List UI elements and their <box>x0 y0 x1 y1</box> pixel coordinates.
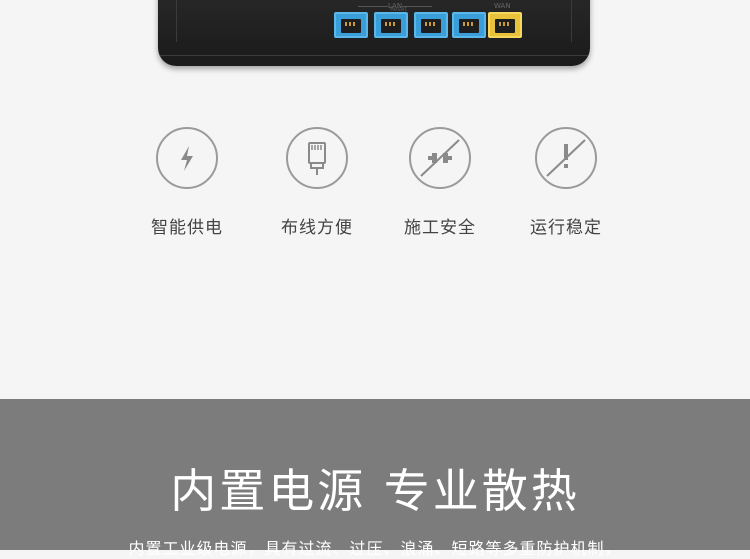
power-description: 内置工业级电源，具有过流、过压、浪涌、短路等多重防护机制， <box>128 539 622 558</box>
wan-label: WAN <box>494 2 511 10</box>
feature-easy-wiring: 布线方便 <box>257 127 377 238</box>
lightning-icon <box>156 127 218 189</box>
feature-label: 运行稳定 <box>530 218 602 238</box>
lan-port-2 <box>374 12 408 38</box>
lan-port-4 <box>452 12 486 38</box>
ethernet-plug-icon <box>286 127 348 189</box>
feature-smart-power: 智能供电 <box>127 127 247 238</box>
lan-label: LAN <box>357 2 433 10</box>
warning-off-icon <box>535 127 597 189</box>
feature-stable-operation: 运行稳定 <box>506 127 626 238</box>
feature-label: 智能供电 <box>151 218 223 238</box>
wan-port <box>488 12 522 38</box>
port-panel: LAN WAN <box>334 2 534 46</box>
feature-label: 施工安全 <box>404 218 476 238</box>
router-product-image: Reset LAN WAN <box>0 0 750 80</box>
plug-off-icon <box>409 127 471 189</box>
lan-port-3 <box>414 12 448 38</box>
lan-port-1 <box>334 12 368 38</box>
feature-label: 布线方便 <box>281 218 353 238</box>
power-headline: 内置电源 专业散热 <box>170 464 580 518</box>
power-section: 内置电源 专业散热 内置工业级电源，具有过流、过压、浪涌、短路等多重防护机制， <box>0 399 750 558</box>
feature-safe-construction: 施工安全 <box>380 127 500 238</box>
